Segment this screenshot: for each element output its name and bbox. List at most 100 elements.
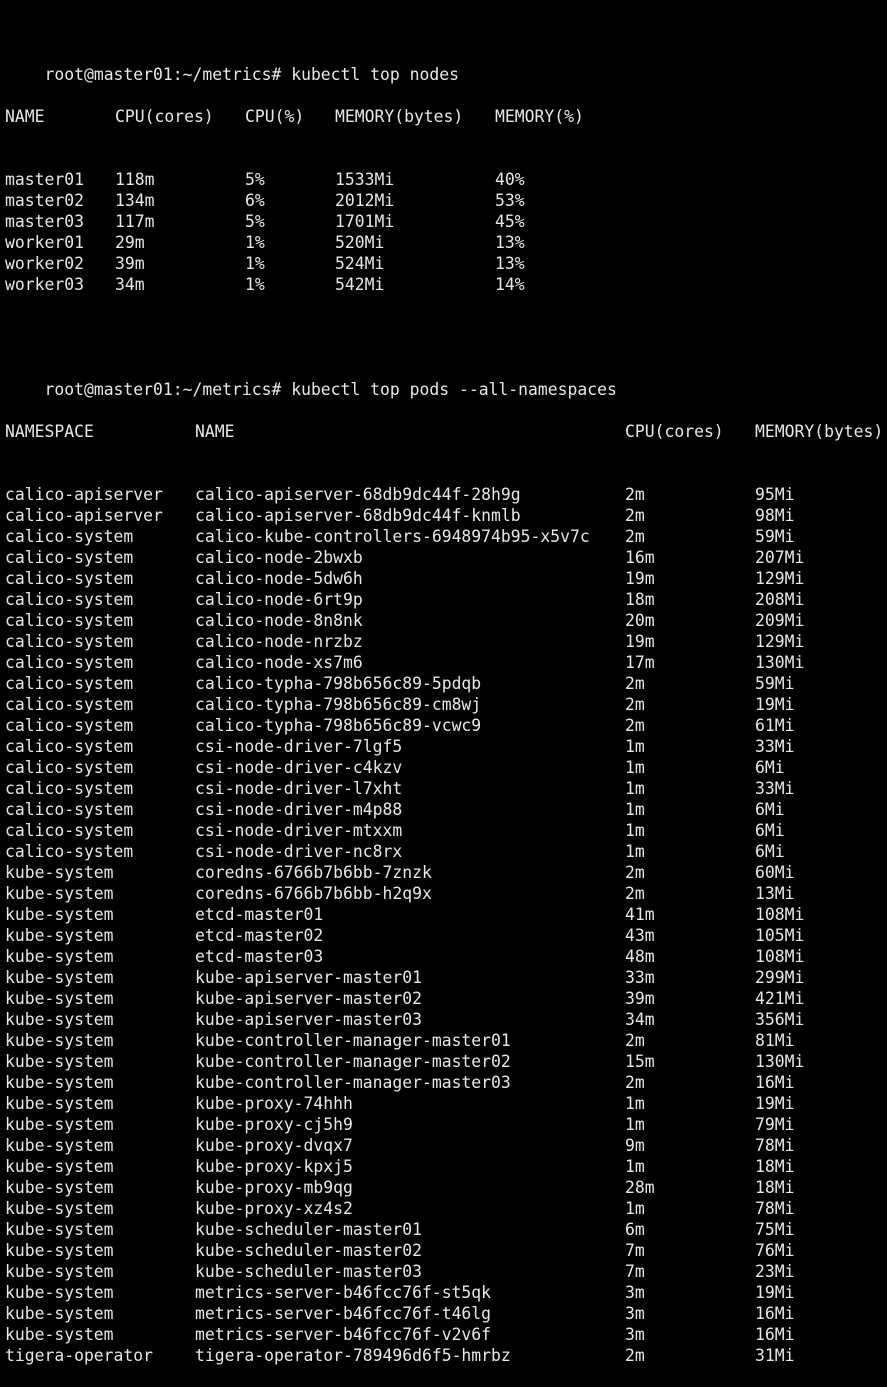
table-cell: 2m [625,527,645,546]
pods-table: calico-apiserver calico-apiserver-68db9dc… [5,484,887,1366]
table-cell: 41m [625,905,655,924]
table-cell: 43m [625,926,655,945]
table-cell: 134m [115,191,155,210]
table-cell: kube-system [5,1073,114,1092]
table-cell: 1m [625,1115,645,1134]
table-cell: 3m [625,1325,645,1344]
table-cell: calico-node-nrzbz [195,632,363,651]
table-cell: master03 [5,212,84,231]
pod-row: tigera-operator tigera-operator-789496d6f… [5,1345,887,1366]
table-cell: kube-system [5,1052,114,1071]
column-header: NAME [5,107,45,126]
table-cell: calico-system [5,716,134,735]
table-cell: 1533Mi [335,170,395,189]
table-cell: 129Mi [755,632,805,651]
table-cell: 356Mi [755,1010,805,1029]
table-cell: kube-apiserver-master03 [195,1010,422,1029]
pod-row: calico-apiserver calico-apiserver-68db9dc… [5,484,887,505]
table-cell: calico-system [5,611,134,630]
table-cell: 34m [115,275,145,294]
table-cell: 19Mi [755,695,795,714]
table-cell: 1m [625,800,645,819]
table-cell: 108Mi [755,905,805,924]
pod-row: kube-system kube-controller-manager-maste… [5,1030,887,1051]
table-cell: 6Mi [755,842,785,861]
table-cell: 2m [625,1031,645,1050]
table-cell: calico-typha-798b656c89-5pdqb [195,674,482,693]
table-cell: calico-typha-798b656c89-cm8wj [195,695,482,714]
table-cell: master02 [5,191,84,210]
table-cell: calico-apiserver-68db9dc44f-knmlb [195,506,521,525]
pod-row: calico-system calico-node-6rt9p 18m 208Mi [5,589,887,610]
table-cell: 20m [625,611,655,630]
table-cell: csi-node-driver-mtxxm [195,821,403,840]
table-cell: kube-proxy-xz4s2 [195,1199,353,1218]
table-cell: 129Mi [755,569,805,588]
table-cell: 79Mi [755,1115,795,1134]
table-cell: 6m [625,1220,645,1239]
node-row: worker01 29m 1% 520Mi 13% [5,232,887,253]
node-row: master01 118m 5% 1533Mi 40% [5,169,887,190]
table-cell: kube-system [5,1199,114,1218]
table-cell: 108Mi [755,947,805,966]
table-cell: 1m [625,842,645,861]
table-cell: kube-system [5,1178,114,1197]
table-cell: 1m [625,821,645,840]
table-cell: worker03 [5,275,84,294]
shell-prompt: root@master01:~/metrics# [44,65,282,84]
table-cell: 421Mi [755,989,805,1008]
table-cell: 1m [625,737,645,756]
pod-row: kube-system kube-scheduler-master02 7m 76Mi [5,1240,887,1261]
table-cell: 2m [625,863,645,882]
table-cell: calico-apiserver [5,485,163,504]
table-cell: calico-system [5,527,134,546]
column-header: CPU(%) [245,107,305,126]
table-cell: kube-system [5,1010,114,1029]
table-cell: tigera-operator [5,1346,154,1365]
nodes-header-row: NAME CPU(cores) CPU(%) MEMORY(bytes) MEM… [5,106,887,127]
table-cell: 1m [625,779,645,798]
pod-row: calico-system calico-node-nrzbz 19m 129Mi [5,631,887,652]
table-cell: csi-node-driver-c4kzv [195,758,403,777]
table-cell: kube-system [5,989,114,1008]
pod-row: calico-system calico-kube-controllers-694… [5,526,887,547]
pod-row: calico-system csi-node-driver-7lgf5 1m 33Mi [5,736,887,757]
table-cell: 5% [245,212,265,231]
column-header: NAME [195,422,235,441]
table-cell: calico-typha-798b656c89-vcwc9 [195,716,482,735]
table-cell: 2m [625,1073,645,1092]
command-text: kubectl top nodes [291,65,459,84]
table-cell: 28m [625,1178,655,1197]
table-cell: 98Mi [755,506,795,525]
table-cell: kube-scheduler-master03 [195,1262,422,1281]
table-cell: 19Mi [755,1283,795,1302]
pod-row: kube-system kube-scheduler-master03 7m 23Mi [5,1261,887,1282]
table-cell: 2012Mi [335,191,395,210]
table-cell: calico-system [5,590,134,609]
table-cell: kube-apiserver-master02 [195,989,422,1008]
table-cell: 16Mi [755,1304,795,1323]
table-cell: calico-node-2bwxb [195,548,363,567]
table-cell: worker01 [5,233,84,252]
terminal-window[interactable]: root@master01:~/metrics# kubectl top nod… [0,0,887,1365]
pod-row: kube-system kube-controller-manager-maste… [5,1051,887,1072]
table-cell: 1701Mi [335,212,395,231]
table-cell: 2m [625,716,645,735]
table-cell: 1m [625,758,645,777]
node-row: worker02 39m 1% 524Mi 13% [5,253,887,274]
table-cell: 7m [625,1241,645,1260]
table-cell: 18Mi [755,1157,795,1176]
table-cell: coredns-6766b7b6bb-7znzk [195,863,432,882]
table-cell: etcd-master01 [195,905,324,924]
table-cell: calico-node-6rt9p [195,590,363,609]
table-cell: 3m [625,1304,645,1323]
table-cell: master01 [5,170,84,189]
node-row: master03 117m 5% 1701Mi 45% [5,211,887,232]
table-cell: 48m [625,947,655,966]
table-cell: 18m [625,590,655,609]
table-cell: etcd-master02 [195,926,324,945]
table-cell: calico-apiserver [5,506,163,525]
column-header: MEMORY(bytes) [755,422,884,441]
table-cell: calico-system [5,821,134,840]
pod-row: kube-system kube-proxy-xz4s2 1m 78Mi [5,1198,887,1219]
